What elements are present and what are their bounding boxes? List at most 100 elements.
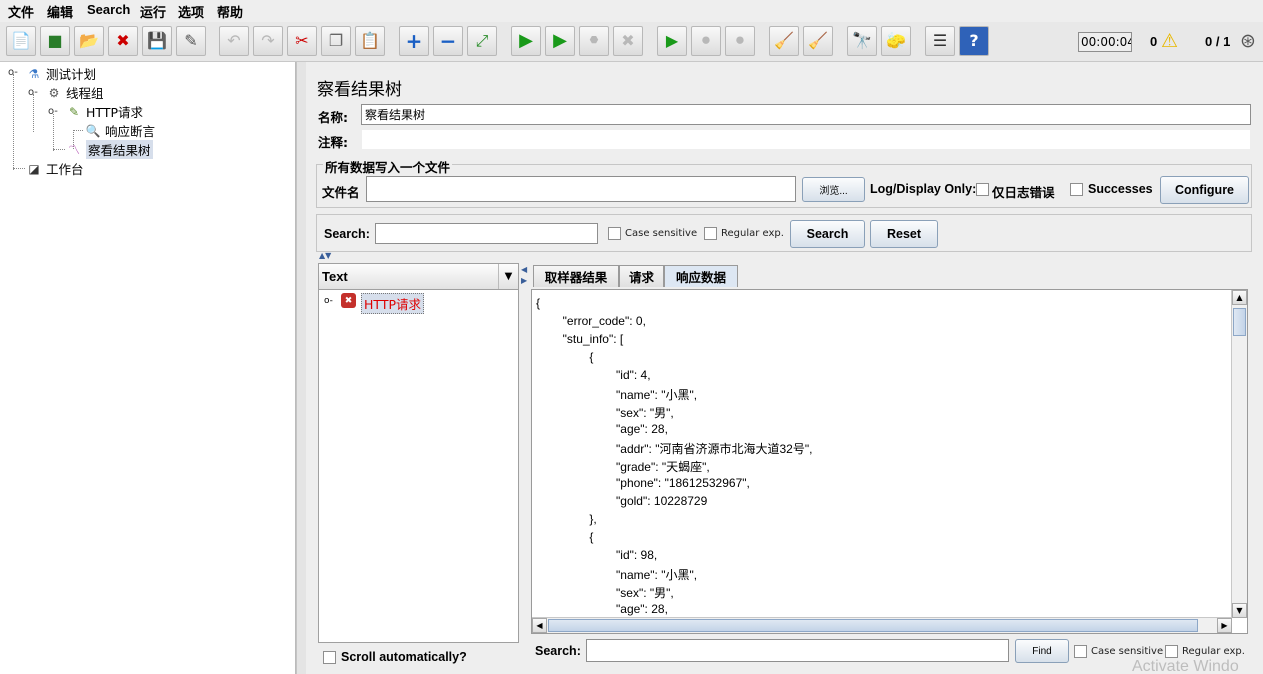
- save-as-icon[interactable]: ✎: [176, 26, 206, 56]
- renderer-select[interactable]: Text ▼: [319, 264, 518, 290]
- pane-splitter[interactable]: [296, 62, 306, 674]
- warning-icon: ⚠: [1161, 30, 1179, 52]
- scroll-right-icon[interactable]: ▶: [1217, 618, 1232, 633]
- tree-line: [53, 114, 54, 151]
- tree-item-http-request[interactable]: ✎ HTTP请求: [66, 102, 143, 121]
- response-line: {: [536, 296, 541, 310]
- remote-start-icon[interactable]: ▶: [657, 26, 687, 56]
- errors-only-checkbox[interactable]: [976, 183, 989, 196]
- response-line: "name": "小黑",: [536, 568, 698, 582]
- remote-stop-icon[interactable]: ⚫: [691, 26, 721, 56]
- templates-icon[interactable]: ■: [40, 26, 70, 56]
- remote-shutdown-icon[interactable]: ⚫: [725, 26, 755, 56]
- redo-icon[interactable]: ↷: [253, 26, 283, 56]
- case-sensitive-checkbox[interactable]: [608, 227, 621, 240]
- browse-button[interactable]: 浏览...: [802, 177, 865, 202]
- tree-toggle[interactable]: o-: [48, 106, 58, 117]
- comment-field[interactable]: [361, 129, 1251, 150]
- response-line: "gold": 10228729: [536, 494, 708, 508]
- stop-icon[interactable]: ⬣: [579, 26, 609, 56]
- collapse-icon[interactable]: −: [433, 26, 463, 56]
- filename-input[interactable]: [366, 176, 796, 202]
- regex-label: Regular exp.: [721, 228, 784, 239]
- tree-item-workbench[interactable]: ◪ 工作台: [26, 159, 83, 178]
- regex-checkbox[interactable]: [704, 227, 717, 240]
- response-data-text[interactable]: { "error_code": 0, "stu_info": [ { "id":…: [531, 289, 1248, 634]
- response-line: "age": 28,: [536, 422, 668, 436]
- errors-only-label: 仅日志错误: [992, 185, 1055, 200]
- response-line: "name": "小黑",: [536, 388, 698, 402]
- clear-all-icon[interactable]: 🧹: [803, 26, 833, 56]
- response-line: "age": 28,: [536, 602, 668, 616]
- tree-line: [13, 74, 14, 170]
- tab-sampler-result[interactable]: 取样器结果: [533, 265, 619, 287]
- reset-button[interactable]: Reset: [870, 220, 938, 248]
- menu-help[interactable]: 帮助: [217, 2, 243, 21]
- split-arrows-icon[interactable]: ▲▼: [319, 251, 331, 260]
- search-button[interactable]: Search: [790, 220, 865, 248]
- scroll-auto-checkbox[interactable]: [323, 651, 336, 664]
- tree-toggle[interactable]: o-: [8, 67, 18, 78]
- successes-checkbox[interactable]: [1070, 183, 1083, 196]
- error-shield-icon: ✖: [341, 293, 356, 308]
- renderer-value: Text: [322, 269, 348, 284]
- start-icon[interactable]: ▶: [511, 26, 541, 56]
- menu-edit[interactable]: 编辑: [47, 2, 73, 21]
- scroll-down-icon[interactable]: ▼: [1232, 603, 1247, 618]
- close-icon[interactable]: ✖: [108, 26, 138, 56]
- tree-item-view-results-tree[interactable]: 〽 察看结果树: [66, 140, 153, 159]
- find-input[interactable]: [586, 639, 1009, 662]
- sample-result-item[interactable]: HTTP请求: [361, 293, 424, 314]
- warning-count: 0: [1150, 34, 1158, 49]
- new-icon[interactable]: 📄: [6, 26, 36, 56]
- find-button[interactable]: Find: [1015, 639, 1069, 663]
- horizontal-scrollbar[interactable]: ◀ ▶: [532, 617, 1232, 633]
- chevron-down-icon[interactable]: ▼: [498, 264, 518, 289]
- expand-icon[interactable]: +: [399, 26, 429, 56]
- shutdown-icon[interactable]: ✖: [613, 26, 643, 56]
- menu-run[interactable]: 运行: [140, 2, 166, 21]
- configure-button[interactable]: Configure: [1160, 176, 1249, 204]
- tree-line: [73, 130, 83, 131]
- tab-response-data[interactable]: 响应数据: [664, 265, 738, 287]
- tree-toggle[interactable]: o-: [28, 87, 38, 98]
- divider-left-arrow-icon[interactable]: ◀: [521, 265, 527, 274]
- reset-search-icon[interactable]: 🧽: [881, 26, 911, 56]
- help-icon[interactable]: ?: [959, 26, 989, 56]
- scroll-left-icon[interactable]: ◀: [532, 618, 547, 633]
- tree-item-response-assertion[interactable]: 🔍 响应断言: [85, 121, 156, 140]
- scroll-up-icon[interactable]: ▲: [1232, 290, 1247, 305]
- tree-toggle[interactable]: o-: [324, 296, 333, 306]
- tree-item-test-plan[interactable]: ⚗ 测试计划: [26, 64, 96, 83]
- search-icon[interactable]: 🔭: [847, 26, 877, 56]
- search-input[interactable]: [375, 223, 598, 244]
- start-no-pause-icon[interactable]: ▶: [545, 26, 575, 56]
- menu-search[interactable]: Search: [87, 2, 130, 17]
- toggle-icon[interactable]: ⤢: [467, 26, 497, 56]
- open-icon[interactable]: 📂: [74, 26, 104, 56]
- paste-icon[interactable]: 📋: [355, 26, 385, 56]
- horizontal-scroll-thumb[interactable]: [548, 619, 1198, 632]
- menu-options[interactable]: 选项: [178, 2, 204, 21]
- name-label: 名称:: [318, 110, 348, 125]
- divider-right-arrow-icon[interactable]: ▶: [521, 276, 527, 285]
- tree-item-thread-group[interactable]: ⚙ 线程组: [46, 83, 104, 102]
- save-icon[interactable]: 💾: [142, 26, 172, 56]
- undo-icon[interactable]: ↶: [219, 26, 249, 56]
- function-helper-icon[interactable]: ☰: [925, 26, 955, 56]
- find-regex-label: Regular exp.: [1182, 646, 1245, 657]
- response-line: "id": 4,: [536, 368, 651, 382]
- find-case-sensitive-label: Case sensitive: [1091, 646, 1164, 657]
- tab-request[interactable]: 请求: [619, 265, 664, 287]
- toolbar: 📄 ■ 📂 ✖ 💾 ✎ ↶ ↷ ✂ ❐ 📋 + − ⤢ ▶ ▶ ⬣ ✖ ▶ ⚫ …: [0, 22, 1263, 62]
- clear-icon[interactable]: 🧹: [769, 26, 799, 56]
- cut-icon[interactable]: ✂: [287, 26, 317, 56]
- copy-icon[interactable]: ❐: [321, 26, 351, 56]
- name-field[interactable]: 察看结果树: [361, 104, 1251, 125]
- menu-file[interactable]: 文件: [8, 2, 34, 21]
- vertical-scroll-thumb[interactable]: [1233, 308, 1246, 336]
- vertical-scrollbar[interactable]: ▲ ▼: [1231, 290, 1247, 618]
- find-case-sensitive-checkbox[interactable]: [1074, 645, 1087, 658]
- view-results-tree-panel: 察看结果树 名称: 察看结果树 注释: 所有数据写入一个文件 文件名 浏览...…: [306, 62, 1263, 674]
- find-regex-checkbox[interactable]: [1165, 645, 1178, 658]
